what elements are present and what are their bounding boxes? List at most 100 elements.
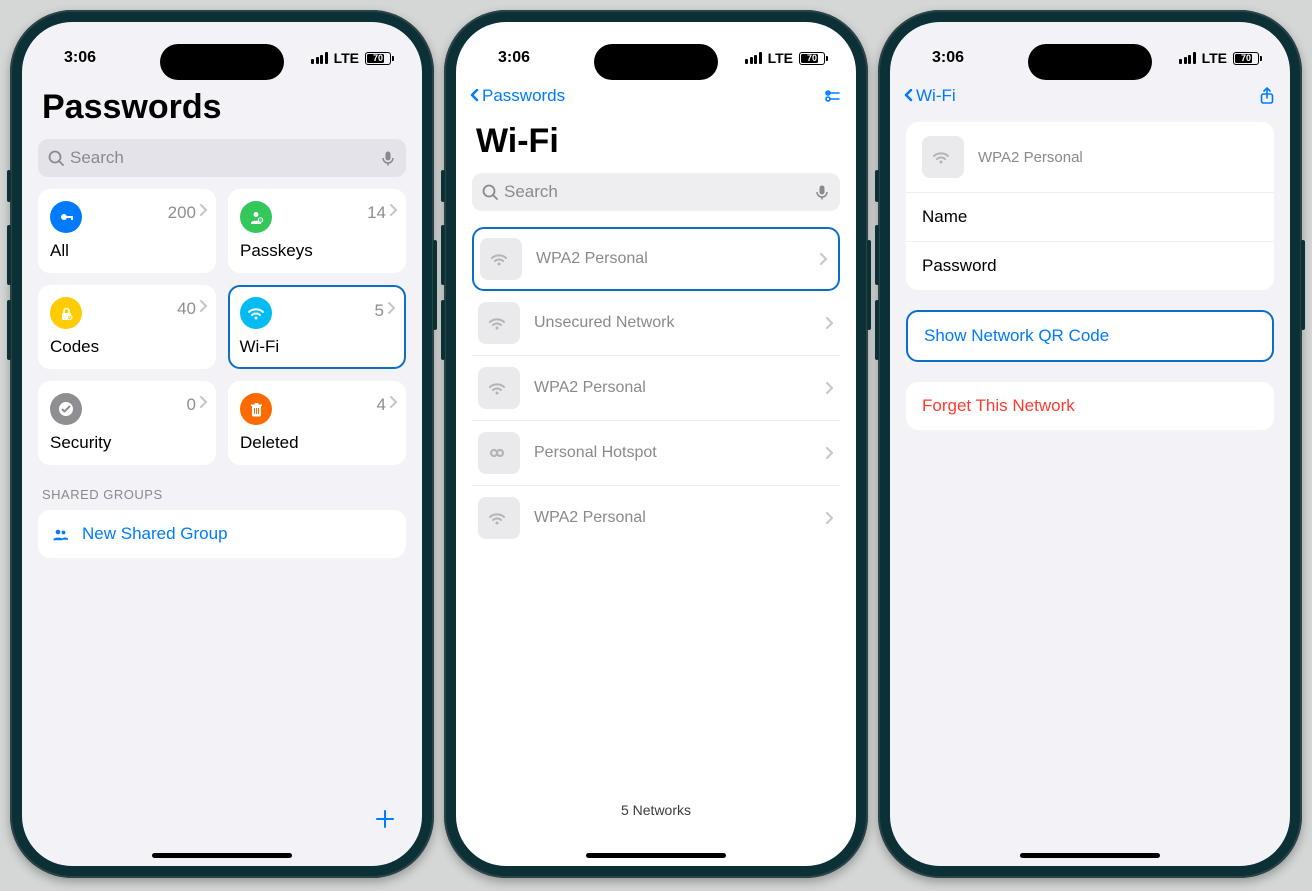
- chevron-right-icon: [826, 447, 834, 459]
- chevron-right-icon: [200, 300, 208, 312]
- battery-icon: 70: [799, 52, 828, 65]
- show-qr-group: Show Network QR Code: [906, 310, 1274, 362]
- forget-network-button[interactable]: Forget This Network: [906, 382, 1274, 430]
- tile-security[interactable]: 0 Security: [38, 381, 216, 465]
- page-title: Passwords: [22, 78, 422, 135]
- tile-label: Wi-Fi: [240, 337, 395, 357]
- passkeys-icon: [240, 201, 272, 233]
- search-icon: [482, 184, 498, 200]
- filter-button[interactable]: [824, 89, 842, 103]
- all-icon: [50, 201, 82, 233]
- tile-label: All: [50, 241, 204, 261]
- mic-icon[interactable]: [814, 184, 830, 200]
- chevron-right-icon: [820, 253, 828, 265]
- deleted-icon: [240, 393, 272, 425]
- search-icon: [48, 150, 64, 166]
- mic-icon[interactable]: [380, 150, 396, 166]
- page-title: Wi-Fi: [456, 112, 856, 169]
- back-button[interactable]: Passwords: [470, 86, 565, 106]
- signal-icon: [1179, 52, 1196, 64]
- name-row[interactable]: Name: [906, 192, 1274, 241]
- battery-icon: 70: [1233, 52, 1262, 65]
- share-button[interactable]: [1258, 87, 1276, 105]
- codes-icon: [50, 297, 82, 329]
- filter-icon: [824, 89, 842, 103]
- chevron-right-icon: [390, 396, 398, 408]
- wifi-network-item[interactable]: Personal Hotspot: [472, 420, 840, 485]
- show-qr-button[interactable]: Show Network QR Code: [908, 312, 1272, 360]
- home-indicator[interactable]: [1020, 853, 1160, 858]
- carrier-label: LTE: [1202, 50, 1227, 66]
- tile-count: 40: [177, 299, 196, 319]
- share-icon: [1258, 87, 1276, 105]
- chevron-left-icon: [904, 89, 914, 103]
- back-button[interactable]: Wi-Fi: [904, 86, 956, 106]
- home-indicator[interactable]: [152, 853, 292, 858]
- chevron-right-icon: [826, 512, 834, 524]
- wifi-network-item[interactable]: WPA2 Personal: [472, 355, 840, 420]
- wifi-network-item[interactable]: Unsecured Network: [472, 291, 840, 355]
- home-indicator[interactable]: [586, 853, 726, 858]
- tile-label: Security: [50, 433, 204, 453]
- phone-1: 3:06 LTE 70 Passwords Search 200 All 14 …: [10, 10, 434, 878]
- new-shared-group-button[interactable]: New Shared Group: [38, 510, 406, 558]
- wifi-icon: [922, 136, 964, 178]
- tile-count: 14: [367, 203, 386, 223]
- network-name: WPA2 Personal: [536, 250, 806, 268]
- battery-icon: 70: [365, 52, 394, 65]
- chevron-right-icon: [826, 382, 834, 394]
- carrier-label: LTE: [768, 50, 793, 66]
- signal-icon: [311, 52, 328, 64]
- back-label: Wi-Fi: [916, 86, 956, 106]
- chevron-left-icon: [470, 89, 480, 103]
- hotspot-icon: [478, 432, 520, 474]
- wifi-network-item[interactable]: WPA2 Personal: [472, 485, 840, 550]
- chevron-right-icon: [200, 396, 208, 408]
- tile-count: 0: [187, 395, 196, 415]
- tile-codes[interactable]: 40 Codes: [38, 285, 216, 369]
- dynamic-island: [594, 44, 718, 80]
- chevron-right-icon: [388, 302, 396, 314]
- network-type: WPA2 Personal: [978, 149, 1083, 166]
- wifi-icon: [478, 497, 520, 539]
- tile-passkeys[interactable]: 14 Passkeys: [228, 189, 406, 273]
- phone-2: 3:06 LTE 70 Passwords Wi-Fi Search WPA2 …: [444, 10, 868, 878]
- status-time: 3:06: [50, 49, 110, 67]
- tile-all[interactable]: 200 All: [38, 189, 216, 273]
- signal-icon: [745, 52, 762, 64]
- network-name: Unsecured Network: [534, 314, 812, 332]
- network-name: Personal Hotspot: [534, 444, 812, 462]
- status-time: 3:06: [484, 49, 544, 67]
- people-icon: [52, 526, 70, 542]
- tile-wifi[interactable]: 5 Wi-Fi: [228, 285, 406, 369]
- password-row[interactable]: Password: [906, 241, 1274, 290]
- search-placeholder: Search: [504, 182, 558, 202]
- dynamic-island: [160, 44, 284, 80]
- wifi-network-item[interactable]: WPA2 Personal: [472, 227, 840, 291]
- add-button[interactable]: [376, 810, 398, 832]
- tile-count: 200: [168, 203, 196, 223]
- chevron-right-icon: [826, 317, 834, 329]
- tile-count: 5: [375, 301, 384, 321]
- tile-label: Codes: [50, 337, 204, 357]
- chevron-right-icon: [200, 204, 208, 216]
- security-icon: [50, 393, 82, 425]
- phone-3: 3:06 LTE 70 Wi-Fi WPA2 Personal Name Pas…: [878, 10, 1302, 878]
- tile-deleted[interactable]: 4 Deleted: [228, 381, 406, 465]
- wifi-icon: [480, 238, 522, 280]
- tile-label: Deleted: [240, 433, 394, 453]
- search-placeholder: Search: [70, 148, 124, 168]
- forget-group: Forget This Network: [906, 382, 1274, 430]
- new-shared-group-label: New Shared Group: [82, 524, 228, 544]
- tile-count: 4: [377, 395, 386, 415]
- carrier-label: LTE: [334, 50, 359, 66]
- tile-label: Passkeys: [240, 241, 394, 261]
- wifi-icon: [478, 367, 520, 409]
- wifi-icon: [478, 302, 520, 344]
- network-info-group: WPA2 Personal Name Password: [906, 122, 1274, 290]
- status-time: 3:06: [918, 49, 978, 67]
- network-name: WPA2 Personal: [534, 509, 812, 527]
- search-input[interactable]: Search: [472, 173, 840, 211]
- search-input[interactable]: Search: [38, 139, 406, 177]
- network-name: WPA2 Personal: [534, 379, 812, 397]
